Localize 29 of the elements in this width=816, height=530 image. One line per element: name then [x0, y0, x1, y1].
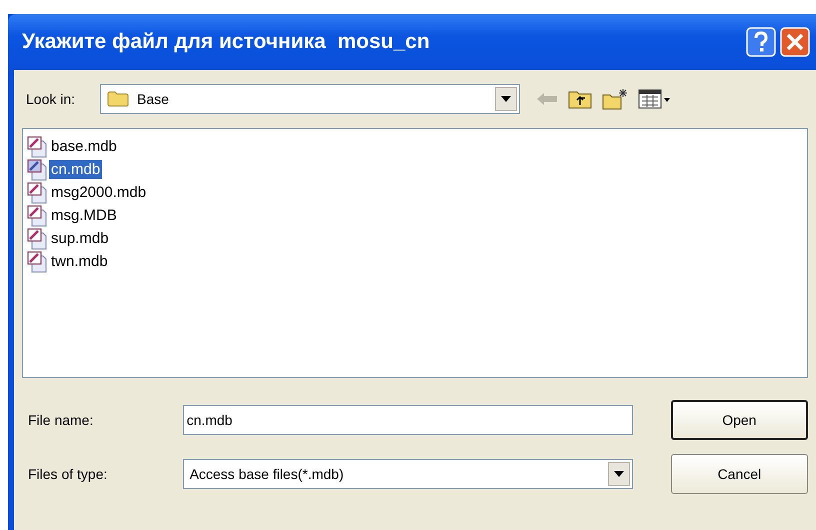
database-file-icon: [27, 204, 47, 226]
file-type-label: Files of type:: [28, 466, 108, 482]
file-item[interactable]: sup.mdb: [27, 227, 803, 250]
file-item[interactable]: cn.mdb: [27, 158, 803, 181]
up-folder-icon[interactable]: [568, 89, 592, 109]
file-item[interactable]: twn.mdb: [27, 250, 803, 273]
file-item[interactable]: base.mdb: [27, 135, 803, 158]
database-file-icon: [27, 182, 47, 204]
database-file-icon: [27, 158, 47, 180]
look-in-value: Base: [137, 91, 170, 107]
folder-icon: [107, 91, 129, 107]
file-name-label: File name:: [28, 412, 94, 428]
database-file-icon: [27, 136, 47, 158]
file-type-dropdown[interactable]: Access base files(*.mdb): [182, 459, 633, 489]
database-file-icon: [27, 250, 47, 272]
close-icon[interactable]: [780, 27, 810, 57]
new-folder-icon[interactable]: [602, 88, 628, 110]
file-item[interactable]: msg.MDB: [27, 204, 803, 227]
look-in-dropdown[interactable]: Base: [100, 84, 520, 114]
file-name-field[interactable]: cn.mdb: [182, 405, 633, 435]
look-in-label: Look in:: [26, 91, 76, 107]
help-icon[interactable]: [746, 27, 776, 57]
file-item[interactable]: msg2000.mdb: [27, 181, 803, 204]
cancel-button[interactable]: Cancel: [670, 454, 808, 494]
open-button[interactable]: Open: [670, 400, 808, 440]
view-menu-icon[interactable]: [638, 89, 672, 109]
file-type-value: Access base files(*.mdb): [190, 466, 345, 482]
database-file-icon: [27, 228, 47, 250]
window-title: Укажите файл для источника mosu_cn: [22, 30, 430, 54]
